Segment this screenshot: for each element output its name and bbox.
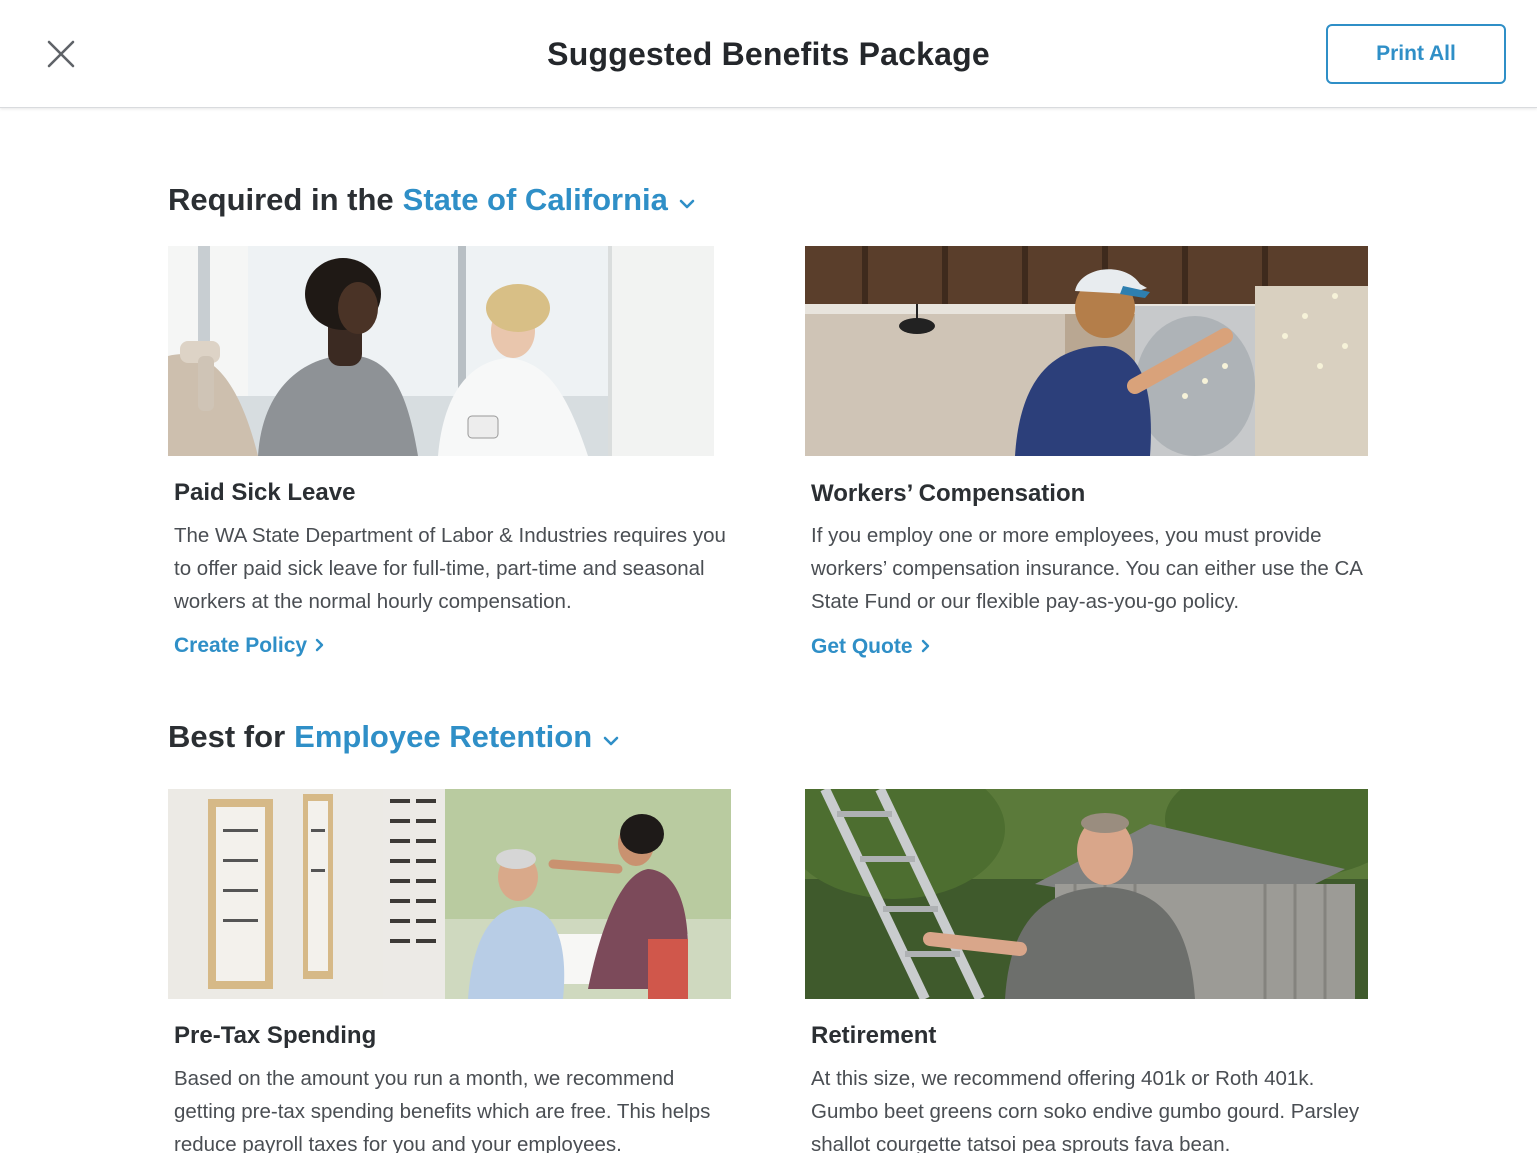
chevron-down-icon xyxy=(678,182,696,218)
card-title: Workers’ Compensation xyxy=(811,480,1086,507)
benefit-card-workers-compensation: Workers’ Compensation If you employ one … xyxy=(805,246,1375,666)
link-label: Get Quote xyxy=(811,635,913,658)
optometrist-fitting-photo xyxy=(168,789,731,999)
benefit-card-paid-sick-leave: Paid Sick Leave The WA State Department … xyxy=(168,246,738,666)
create-policy-link[interactable]: Create Policy xyxy=(174,634,324,658)
doctor-consultation-photo xyxy=(168,246,714,456)
state-selector[interactable]: State of California xyxy=(403,182,696,218)
chevron-down-icon xyxy=(602,719,620,755)
section-heading-required: Required in the State of California xyxy=(168,182,696,218)
man-with-ladder-photo xyxy=(805,789,1368,999)
goal-selector-label: Employee Retention xyxy=(294,719,593,754)
card-title: Paid Sick Leave xyxy=(174,479,356,506)
link-label: Create Policy xyxy=(174,634,308,657)
print-all-button[interactable]: Print All xyxy=(1326,24,1506,84)
page-title: Suggested Benefits Package xyxy=(547,36,990,72)
state-selector-label: State of California xyxy=(402,182,668,217)
benefit-card-retirement: Retirement At this size, we recommend of… xyxy=(805,789,1375,1153)
section-heading-prefix: Required in the xyxy=(168,182,394,217)
card-description: If you employ one or more employees, you… xyxy=(811,524,1362,613)
card-title: Pre-Tax Spending xyxy=(174,1022,377,1049)
chevron-right-icon xyxy=(921,635,930,659)
top-bar: Suggested Benefits Package Print All xyxy=(0,0,1537,108)
goal-selector[interactable]: Employee Retention xyxy=(294,719,620,755)
card-title: Retirement xyxy=(811,1022,937,1049)
section-heading-best-for: Best for Employee Retention xyxy=(168,719,620,755)
section-heading-prefix: Best for xyxy=(168,719,286,754)
chevron-right-icon xyxy=(315,634,324,658)
benefit-card-pre-tax-spending: Pre-Tax Spending Based on the amount you… xyxy=(168,789,738,1153)
get-quote-link[interactable]: Get Quote xyxy=(811,635,930,659)
card-description: The WA State Department of Labor & Indus… xyxy=(174,524,726,613)
card-description: At this size, we recommend offering 401k… xyxy=(811,1067,1360,1153)
card-description: Based on the amount you run a month, we … xyxy=(174,1067,711,1153)
brewery-worker-photo xyxy=(805,246,1368,456)
